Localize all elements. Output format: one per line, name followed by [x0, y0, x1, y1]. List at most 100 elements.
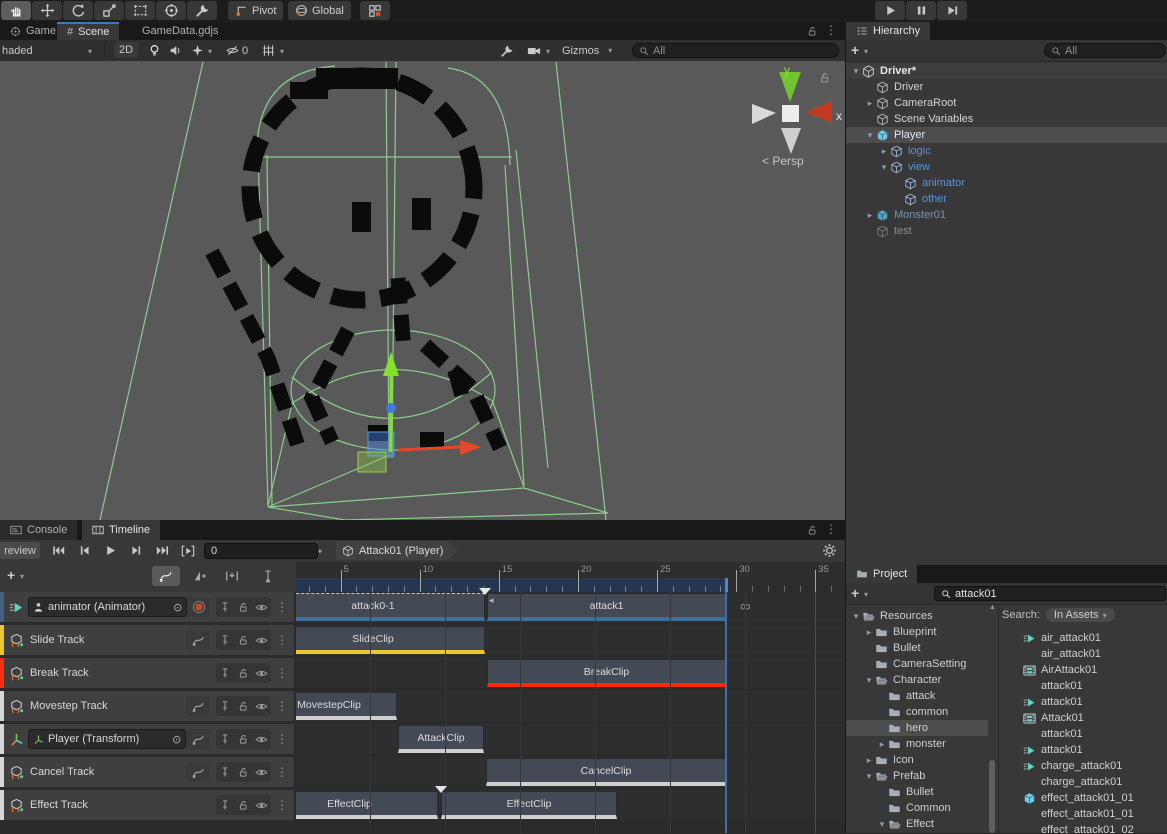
project-folder-prefab[interactable]: ▾Prefab: [846, 768, 988, 784]
add-track-dropdown-arrow[interactable]: ▾: [20, 572, 24, 581]
project-add-dropdown-arrow[interactable]: ▾: [864, 590, 868, 599]
track-menu-icon[interactable]: ⋮: [276, 800, 288, 810]
hierarchy-item-test[interactable]: test: [846, 223, 1167, 239]
eye-icon[interactable]: [255, 733, 268, 746]
result-air_attack01[interactable]: air_attack01: [1002, 630, 1101, 646]
tab-scene[interactable]: # Scene: [57, 22, 119, 40]
expand-arrow-icon[interactable]: ▸: [863, 627, 875, 638]
expand-arrow-icon[interactable]: ▸: [876, 739, 888, 750]
eye-icon[interactable]: [255, 634, 268, 647]
track-menu-icon[interactable]: ⋮: [276, 767, 288, 777]
project-folder-common[interactable]: common: [846, 704, 988, 720]
camera-dropdown-arrow[interactable]: ▾: [546, 47, 550, 56]
track-lane[interactable]: MovestepClip: [296, 691, 845, 721]
project-folder-effect[interactable]: ▾Effect: [846, 816, 988, 832]
result-attack01[interactable]: attack01: [1002, 742, 1083, 758]
track-curves-button[interactable]: [186, 630, 210, 650]
next-frame-button[interactable]: [124, 542, 148, 559]
toolbar-step-button[interactable]: [937, 1, 967, 20]
hierarchy-item-driver-[interactable]: ▾Driver*: [846, 63, 1167, 79]
toolbar-pause-button[interactable]: [906, 1, 936, 20]
track-menu-icon[interactable]: ⋮: [276, 635, 288, 645]
scale-tool[interactable]: [94, 1, 124, 20]
pivot-button[interactable]: Pivot: [228, 1, 283, 20]
hierarchy-add-button[interactable]: +: [851, 42, 859, 58]
effects-dropdown-arrow[interactable]: ▾: [208, 47, 212, 56]
expand-arrow-icon[interactable]: ▸: [863, 755, 875, 766]
hierarchy-item-other[interactable]: other: [846, 191, 1167, 207]
ripple-mode-button[interactable]: [220, 566, 244, 586]
frame-dropdown-arrow[interactable]: ▾: [318, 547, 322, 556]
timeline-ruler[interactable]: 5101520253035: [296, 562, 845, 592]
replace-mode-button[interactable]: [256, 566, 280, 586]
toolbar-play-button[interactable]: [875, 1, 905, 20]
lock-icon[interactable]: [237, 700, 249, 712]
track-lane[interactable]: AttackClip: [296, 724, 845, 754]
track-header-slide-track[interactable]: Slide Track⋮: [0, 625, 294, 655]
eye-icon[interactable]: [255, 601, 268, 614]
expand-arrow-icon[interactable]: ▾: [863, 771, 875, 782]
timeline-end-marker[interactable]: [725, 578, 728, 592]
record-button[interactable]: [187, 597, 210, 617]
search-scope-dropdown[interactable]: In Assets ▾: [1046, 608, 1115, 622]
track-header-animator-animator-[interactable]: animator (Animator)⊙⋮: [0, 592, 294, 622]
clip-movestepclip[interactable]: MovestepClip: [296, 692, 397, 720]
clip-caret-icon[interactable]: [479, 588, 491, 595]
mix-mode-button[interactable]: [188, 566, 212, 586]
hierarchy-add-dropdown-arrow[interactable]: ▾: [864, 47, 868, 56]
expand-arrow-icon[interactable]: ▸: [864, 98, 876, 109]
hand-tool[interactable]: [1, 1, 31, 20]
hierarchy-item-cameraroot[interactable]: ▸CameraRoot: [846, 95, 1167, 111]
clip-attack1[interactable]: attack1◂: [487, 593, 726, 621]
scrollbar-thumb[interactable]: [989, 760, 995, 833]
clip-caret-icon[interactable]: [435, 786, 447, 793]
clip-attack0-1[interactable]: attack0-1: [296, 593, 485, 621]
result-attack01[interactable]: attack01: [1002, 678, 1083, 694]
tab-gamedata[interactable]: GameData.gdjs: [132, 22, 228, 40]
track-binding-field[interactable]: Player (Transform)⊙: [28, 729, 186, 749]
hierarchy-item-animator[interactable]: animator: [846, 175, 1167, 191]
clip-slideclip[interactable]: SlideClip: [296, 626, 485, 654]
timeline-menu-icon[interactable]: ⋮: [825, 524, 837, 534]
pin-icon[interactable]: [219, 634, 231, 646]
project-search-input[interactable]: attack01: [934, 586, 1166, 601]
scene-viewport[interactable]: y x < Persp: [0, 61, 845, 520]
track-lane[interactable]: SlideClip: [296, 625, 845, 655]
axis-down-cone[interactable]: [781, 128, 801, 154]
clip-attackclip[interactable]: AttackClip: [398, 725, 484, 753]
project-folder-hero[interactable]: hero: [846, 720, 988, 736]
hierarchy-item-driver[interactable]: Driver: [846, 79, 1167, 95]
project-folder-monster[interactable]: ▸monster: [846, 736, 988, 752]
audio-toggle[interactable]: [169, 40, 182, 61]
result-attack01[interactable]: attack01: [1002, 726, 1083, 742]
track-lane[interactable]: EffectClipEffectClip: [296, 790, 845, 820]
pin-icon[interactable]: [219, 700, 231, 712]
snap-toggle[interactable]: [360, 1, 390, 20]
expand-arrow-icon[interactable]: ▾: [863, 675, 875, 686]
object-picker-icon[interactable]: ⊙: [172, 733, 181, 746]
pin-icon[interactable]: [219, 667, 231, 679]
lighting-toggle[interactable]: [148, 40, 161, 61]
panel-lock-icon[interactable]: [806, 25, 818, 37]
clip-breakclip[interactable]: BreakClip: [487, 659, 726, 687]
track-menu-icon[interactable]: ⋮: [276, 734, 288, 744]
track-lane[interactable]: BreakClip: [296, 658, 845, 688]
gizmo-lock-icon[interactable]: [818, 71, 831, 84]
eye-icon[interactable]: [255, 766, 268, 779]
expand-arrow-icon[interactable]: ▸: [864, 210, 876, 221]
scroll-up-arrow[interactable]: ▲: [989, 604, 996, 611]
tab-timeline[interactable]: Timeline: [82, 520, 160, 540]
gizmos-dropdown[interactable]: Gizmos ▾: [562, 40, 612, 61]
result-attack01[interactable]: Attack01: [1002, 710, 1084, 726]
gizmo-center-cube[interactable]: [782, 105, 799, 122]
timeline-breadcrumb[interactable]: Attack01 (Player): [336, 541, 457, 560]
track-header-movestep-track[interactable]: Movestep Track⋮: [0, 691, 294, 721]
prev-frame-button[interactable]: [72, 542, 96, 559]
track-lane[interactable]: attack0-1attack1◂∞: [296, 592, 845, 622]
scene-canvas[interactable]: [0, 61, 845, 520]
result-effect_attack01_01[interactable]: effect_attack01_01: [1002, 806, 1134, 822]
scene-tools-button[interactable]: [500, 40, 514, 61]
tab-console[interactable]: Console: [0, 520, 77, 540]
hierarchy-item-player[interactable]: ▾Player: [846, 127, 1167, 143]
custom-tools[interactable]: [187, 1, 217, 20]
